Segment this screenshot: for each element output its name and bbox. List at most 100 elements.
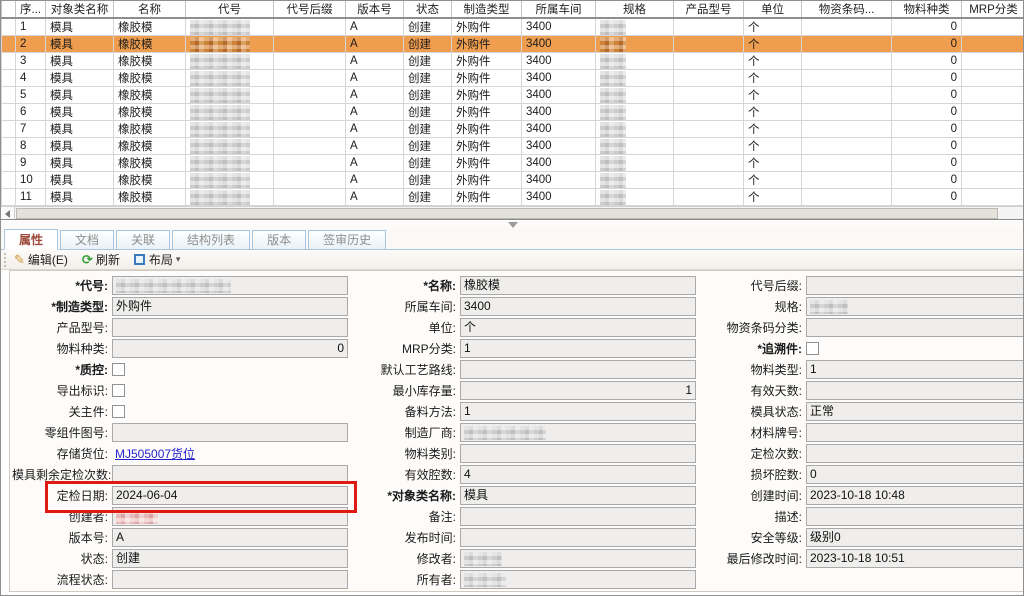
- table-cell-seq[interactable]: 8: [16, 138, 46, 155]
- table-cell-barcode[interactable]: [802, 70, 892, 87]
- table-cell-object_class[interactable]: 模具: [46, 104, 114, 121]
- table-cell-workshop[interactable]: 3400: [522, 121, 596, 138]
- column-header-workshop[interactable]: 所属车间: [522, 1, 596, 18]
- input-code_suffix[interactable]: [806, 276, 1024, 295]
- table-cell-name[interactable]: 橡胶模: [114, 104, 186, 121]
- table-cell-mfg_type[interactable]: 外购件: [452, 189, 522, 206]
- table-cell-sel[interactable]: [2, 172, 16, 189]
- table-cell-product_model[interactable]: [674, 121, 744, 138]
- table-cell-unit[interactable]: 个: [744, 70, 802, 87]
- table-cell-mrp[interactable]: [962, 87, 1024, 104]
- input-min_stock[interactable]: 1: [460, 381, 696, 400]
- table-cell-code[interactable]: [186, 104, 274, 121]
- table-cell-spec[interactable]: [596, 172, 674, 189]
- horizontal-scrollbar[interactable]: [1, 206, 1024, 219]
- table-cell-code[interactable]: [186, 87, 274, 104]
- input-damaged_cavities[interactable]: 0: [806, 465, 1024, 484]
- table-row[interactable]: 8模具橡胶模A创建外购件3400个0: [2, 138, 1024, 155]
- table-cell-barcode[interactable]: [802, 104, 892, 121]
- table-cell-version[interactable]: A: [346, 70, 404, 87]
- table-cell-workshop[interactable]: 3400: [522, 189, 596, 206]
- table-cell-spec[interactable]: [596, 155, 674, 172]
- table-cell-workshop[interactable]: 3400: [522, 87, 596, 104]
- table-cell-code_suffix[interactable]: [274, 87, 346, 104]
- table-cell-sel[interactable]: [2, 189, 16, 206]
- table-cell-code_suffix[interactable]: [274, 70, 346, 87]
- table-cell-product_model[interactable]: [674, 18, 744, 36]
- input-creator[interactable]: [112, 507, 348, 526]
- table-cell-mrp[interactable]: [962, 53, 1024, 70]
- table-cell-code_suffix[interactable]: [274, 121, 346, 138]
- table-cell-mfg_type[interactable]: 外购件: [452, 53, 522, 70]
- table-cell-material_kind[interactable]: 0: [892, 121, 962, 138]
- table-cell-version[interactable]: A: [346, 138, 404, 155]
- input-modifier[interactable]: [460, 549, 696, 568]
- table-cell-sel[interactable]: [2, 53, 16, 70]
- column-header-mrp[interactable]: MRP分类: [962, 1, 1024, 18]
- table-cell-barcode[interactable]: [802, 36, 892, 53]
- table-cell-workshop[interactable]: 3400: [522, 18, 596, 36]
- table-cell-name[interactable]: 橡胶模: [114, 138, 186, 155]
- input-process_status[interactable]: [112, 570, 348, 589]
- table-cell-status[interactable]: 创建: [404, 87, 452, 104]
- table-cell-object_class[interactable]: 模具: [46, 53, 114, 70]
- table-cell-name[interactable]: 橡胶模: [114, 18, 186, 36]
- input-mold_status[interactable]: 正常: [806, 402, 1024, 421]
- table-cell-version[interactable]: A: [346, 155, 404, 172]
- pane-splitter[interactable]: [1, 219, 1024, 229]
- checkbox-main_part[interactable]: [112, 405, 125, 418]
- input-inspection_count[interactable]: [806, 444, 1024, 463]
- table-cell-workshop[interactable]: 3400: [522, 104, 596, 121]
- table-cell-unit[interactable]: 个: [744, 53, 802, 70]
- table-cell-name[interactable]: 橡胶模: [114, 121, 186, 138]
- table-cell-code[interactable]: [186, 53, 274, 70]
- table-cell-seq[interactable]: 3: [16, 53, 46, 70]
- table-cell-barcode[interactable]: [802, 87, 892, 104]
- table-cell-unit[interactable]: 个: [744, 155, 802, 172]
- table-cell-barcode[interactable]: [802, 138, 892, 155]
- table-cell-mrp[interactable]: [962, 155, 1024, 172]
- column-header-material_kind[interactable]: 物料种类: [892, 1, 962, 18]
- input-manufacturer[interactable]: [460, 423, 696, 442]
- table-cell-sel[interactable]: [2, 70, 16, 87]
- table-cell-spec[interactable]: [596, 87, 674, 104]
- table-cell-mfg_type[interactable]: 外购件: [452, 172, 522, 189]
- table-cell-status[interactable]: 创建: [404, 53, 452, 70]
- table-cell-material_kind[interactable]: 0: [892, 53, 962, 70]
- table-cell-code[interactable]: [186, 121, 274, 138]
- table-cell-code[interactable]: [186, 70, 274, 87]
- input-part_drawing_no[interactable]: [112, 423, 348, 442]
- tab-签审历史[interactable]: 签审历史: [308, 230, 386, 249]
- column-header-object_class[interactable]: 对象类名称: [46, 1, 114, 18]
- table-cell-code_suffix[interactable]: [274, 18, 346, 36]
- table-cell-workshop[interactable]: 3400: [522, 155, 596, 172]
- table-cell-version[interactable]: A: [346, 189, 404, 206]
- table-cell-seq[interactable]: 1: [16, 18, 46, 36]
- table-cell-object_class[interactable]: 模具: [46, 138, 114, 155]
- table-cell-product_model[interactable]: [674, 189, 744, 206]
- table-cell-code_suffix[interactable]: [274, 36, 346, 53]
- table-cell-version[interactable]: A: [346, 53, 404, 70]
- table-cell-name[interactable]: 橡胶模: [114, 155, 186, 172]
- table-cell-spec[interactable]: [596, 53, 674, 70]
- input-code[interactable]: [112, 276, 348, 295]
- tab-关联[interactable]: 关联: [116, 230, 170, 249]
- table-cell-mrp[interactable]: [962, 189, 1024, 206]
- table-cell-name[interactable]: 橡胶模: [114, 53, 186, 70]
- table-cell-seq[interactable]: 6: [16, 104, 46, 121]
- column-header-version[interactable]: 版本号: [346, 1, 404, 18]
- table-cell-code[interactable]: [186, 36, 274, 53]
- table-cell-status[interactable]: 创建: [404, 36, 452, 53]
- table-cell-name[interactable]: 橡胶模: [114, 87, 186, 104]
- table-cell-product_model[interactable]: [674, 172, 744, 189]
- table-row[interactable]: 5模具橡胶模A创建外购件3400个0: [2, 87, 1024, 104]
- table-cell-version[interactable]: A: [346, 18, 404, 36]
- table-cell-spec[interactable]: [596, 138, 674, 155]
- table-cell-barcode[interactable]: [802, 172, 892, 189]
- input-version[interactable]: A: [112, 528, 348, 547]
- column-header-code[interactable]: 代号: [186, 1, 274, 18]
- input-material_kind[interactable]: 0: [112, 339, 348, 358]
- table-cell-material_kind[interactable]: 0: [892, 189, 962, 206]
- table-row[interactable]: 6模具橡胶模A创建外购件3400个0: [2, 104, 1024, 121]
- table-cell-status[interactable]: 创建: [404, 18, 452, 36]
